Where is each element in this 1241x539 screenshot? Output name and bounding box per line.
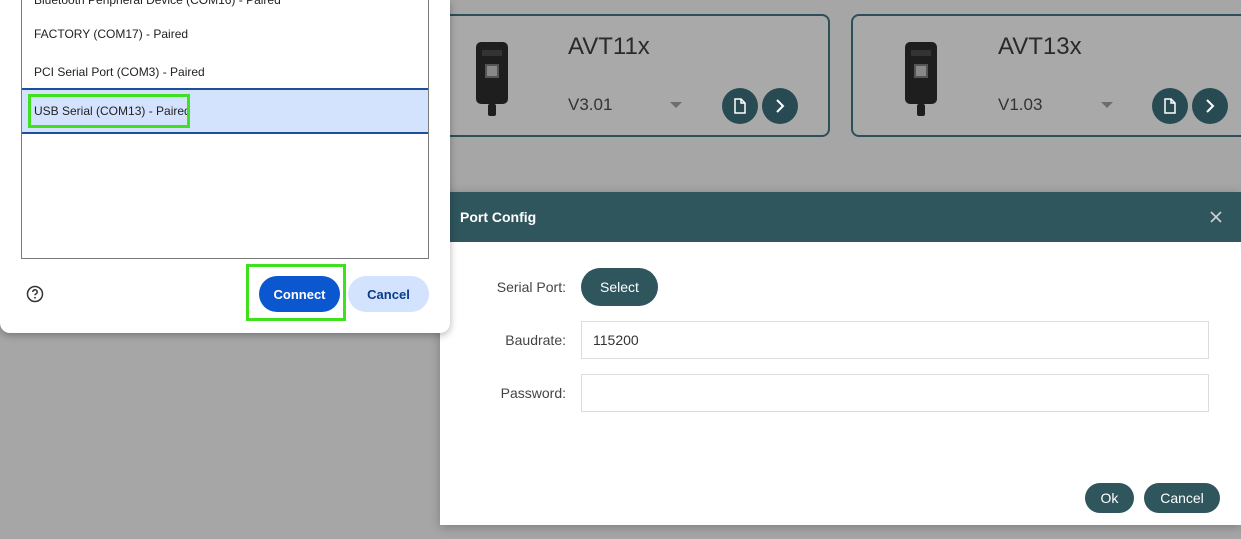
baudrate-row: Baudrate: 115200	[440, 321, 1241, 359]
baudrate-label: Baudrate:	[505, 332, 566, 348]
highlight-box-connect	[246, 264, 346, 321]
device-image	[476, 42, 508, 116]
device-card-avt13x: AVT13x V1.03	[851, 14, 1241, 137]
password-label: Password:	[500, 385, 566, 401]
device-name: AVT11x	[568, 33, 650, 60]
document-button[interactable]	[722, 88, 758, 124]
chevron-down-icon[interactable]	[1101, 102, 1113, 108]
cancel-button[interactable]: Cancel	[1144, 483, 1220, 513]
serial-port-label: Serial Port:	[496, 279, 566, 295]
port-list-item[interactable]: FACTORY (COM17) - Paired	[22, 15, 428, 53]
firmware-version-select[interactable]: V1.03	[998, 95, 1042, 115]
chevron-right-icon	[1206, 99, 1215, 113]
firmware-version-select[interactable]: V3.01	[568, 95, 612, 115]
port-list[interactable]: Bluetooth Peripheral Device (COM16) - Pa…	[21, 0, 429, 259]
dialog-header: Port Config	[440, 192, 1241, 242]
next-button[interactable]	[1192, 88, 1228, 124]
port-config-dialog: Port Config Serial Port: Select Baudrate…	[440, 192, 1241, 525]
device-image	[905, 42, 937, 116]
dialog-title: Port Config	[460, 209, 537, 225]
serial-port-row: Serial Port: Select	[440, 268, 1241, 306]
password-input[interactable]	[581, 374, 1209, 412]
highlight-box-port	[28, 94, 190, 128]
document-icon	[1164, 98, 1176, 114]
chevron-right-icon	[776, 99, 785, 113]
select-port-button[interactable]: Select	[581, 268, 658, 306]
chevron-down-icon[interactable]	[670, 102, 682, 108]
document-icon	[734, 98, 746, 114]
close-button[interactable]	[1205, 206, 1227, 228]
baudrate-input[interactable]: 115200	[581, 321, 1209, 359]
serial-port-chooser: Bluetooth Peripheral Device (COM16) - Pa…	[0, 0, 450, 333]
ok-button[interactable]: Ok	[1085, 483, 1134, 513]
help-icon[interactable]	[26, 285, 44, 303]
password-row: Password:	[440, 374, 1241, 412]
device-name: AVT13x	[998, 33, 1082, 60]
document-button[interactable]	[1152, 88, 1188, 124]
chooser-cancel-button[interactable]: Cancel	[348, 276, 429, 312]
port-list-item[interactable]: PCI Serial Port (COM3) - Paired	[22, 53, 428, 91]
close-icon	[1210, 211, 1222, 223]
next-button[interactable]	[762, 88, 798, 124]
